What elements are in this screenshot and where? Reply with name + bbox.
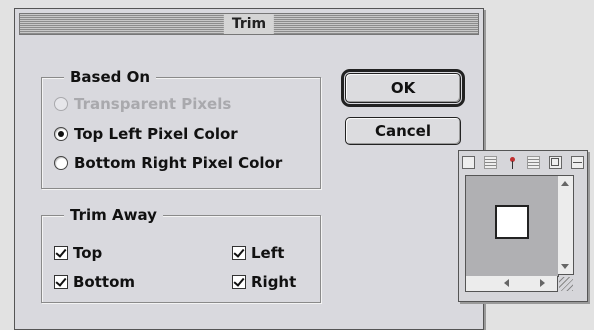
scroll-down-arrow-icon[interactable]: [561, 264, 569, 269]
radio-label: Top Left Pixel Color: [74, 125, 238, 143]
checkbox-label: Left: [251, 244, 285, 262]
radio-button-icon: [54, 97, 68, 111]
checkbox-checked-icon: [232, 275, 246, 289]
grid-icon[interactable]: [570, 155, 584, 169]
radio-label: Transparent Pixels: [74, 95, 232, 113]
ok-button[interactable]: OK: [345, 73, 461, 103]
list-icon[interactable]: [527, 155, 541, 169]
navigator-palette: [458, 150, 588, 302]
checkbox-label: Right: [251, 273, 297, 291]
pin-icon[interactable]: [506, 156, 519, 169]
vertical-scrollbar[interactable]: [558, 175, 574, 275]
view-icon[interactable]: [549, 155, 563, 169]
dialog-title: Trim: [223, 14, 275, 34]
horizontal-scrollbar[interactable]: [465, 276, 558, 292]
radio-transparent-pixels[interactable]: Transparent Pixels: [54, 94, 231, 114]
checkbox-label: Bottom: [73, 273, 136, 291]
palette-preview[interactable]: [465, 175, 559, 277]
checkbox-checked-icon: [54, 246, 68, 260]
checkbox-right[interactable]: Right: [232, 272, 296, 292]
radio-button-selected-icon: [54, 127, 68, 141]
checkbox-checked-icon: [232, 246, 246, 260]
based-on-group: Based On Transparent Pixels Top Left Pix…: [41, 68, 321, 189]
based-on-label: Based On: [64, 68, 157, 86]
resize-grip-icon[interactable]: [559, 277, 573, 291]
palette-toolbar: [462, 154, 584, 170]
checkbox-checked-icon: [54, 275, 68, 289]
scroll-right-arrow-icon[interactable]: [540, 279, 545, 287]
dialog-titlebar[interactable]: Trim: [19, 13, 479, 35]
checkbox-label: Top: [73, 244, 103, 262]
trim-away-group: Trim Away Top Bottom Left Right: [41, 206, 321, 303]
scroll-left-arrow-icon[interactable]: [504, 279, 509, 287]
preview-thumbnail: [495, 205, 529, 239]
scroll-up-arrow-icon[interactable]: [561, 181, 569, 186]
radio-top-left-pixel-color[interactable]: Top Left Pixel Color: [54, 124, 238, 144]
radio-bottom-right-pixel-color[interactable]: Bottom Right Pixel Color: [54, 153, 282, 173]
layers-icon[interactable]: [483, 155, 497, 169]
window-icon[interactable]: [462, 155, 475, 169]
checkbox-bottom[interactable]: Bottom: [54, 272, 135, 292]
checkbox-left[interactable]: Left: [232, 243, 284, 263]
trim-dialog: Trim Based On Transparent Pixels Top Lef…: [14, 8, 484, 330]
cancel-button[interactable]: Cancel: [345, 117, 461, 145]
radio-button-icon: [54, 156, 68, 170]
radio-label: Bottom Right Pixel Color: [74, 154, 283, 172]
checkbox-top[interactable]: Top: [54, 243, 102, 263]
trim-away-label: Trim Away: [64, 206, 163, 224]
